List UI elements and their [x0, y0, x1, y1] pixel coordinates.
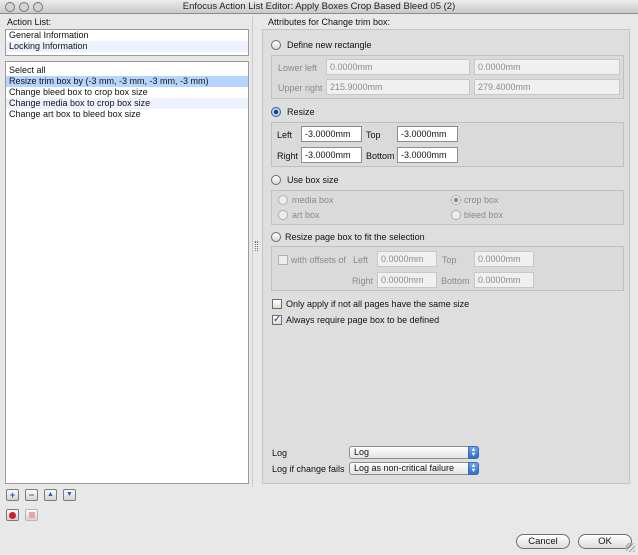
- record-icon: [9, 512, 16, 519]
- offset-bottom-field[interactable]: 0.0000mm: [474, 272, 534, 288]
- offset-right-label: Right: [352, 276, 374, 286]
- offset-top-field[interactable]: 0.0000mm: [474, 251, 534, 267]
- list-item-general-information[interactable]: General Information: [6, 30, 248, 41]
- cancel-button[interactable]: Cancel: [516, 534, 570, 549]
- resize-right-label: Right: [277, 151, 299, 161]
- lower-left-label: Lower left: [278, 63, 318, 73]
- resize-page-box-radio[interactable]: [271, 232, 281, 242]
- bleed-box-radio[interactable]: [451, 210, 461, 220]
- minimize-window-icon[interactable]: [19, 2, 29, 12]
- always-require-checkbox[interactable]: ✓: [272, 315, 282, 325]
- resize-top-label: Top: [366, 130, 381, 140]
- art-box-radio[interactable]: [278, 210, 288, 220]
- log-fail-select-value: Log as non-critical failure: [354, 463, 455, 473]
- resize-bottom-field[interactable]: -3.0000mm: [397, 147, 458, 163]
- checkmark-icon: ✓: [273, 314, 282, 325]
- action-list-label: Action List:: [7, 17, 52, 27]
- offset-top-label: Top: [442, 255, 457, 265]
- action-resize-trim-box[interactable]: Resize trim box by (-3 mm, -3 mm, -3 mm,…: [6, 76, 248, 87]
- define-rectangle-label: Define new rectangle: [287, 40, 372, 50]
- splitter-grip-icon[interactable]: [255, 241, 258, 251]
- splitter[interactable]: [252, 17, 253, 487]
- log-fail-label: Log if change fails: [272, 464, 345, 474]
- list-item-locking-information[interactable]: Locking Information: [6, 41, 248, 52]
- offset-left-field[interactable]: 0.0000mm: [377, 251, 437, 267]
- move-down-button[interactable]: ▼: [63, 489, 76, 501]
- record-button[interactable]: [6, 509, 19, 521]
- resize-grip-icon[interactable]: [626, 543, 635, 552]
- close-window-icon[interactable]: [5, 2, 15, 12]
- resize-page-box-label: Resize page box to fit the selection: [285, 232, 425, 242]
- lower-left-x-field[interactable]: 0.0000mm: [326, 59, 470, 75]
- offset-right-field[interactable]: 0.0000mm: [377, 272, 437, 288]
- move-up-button[interactable]: ▲: [44, 489, 57, 501]
- select-arrows-icon: ▲ ▼: [468, 462, 479, 475]
- offset-left-label: Left: [353, 255, 369, 265]
- offset-bottom-label: Bottom: [441, 276, 470, 286]
- with-offsets-label: with offsets of: [291, 255, 346, 265]
- remove-action-button[interactable]: −: [25, 489, 38, 501]
- always-require-label: Always require page box to be defined: [286, 315, 440, 325]
- resize-left-label: Left: [277, 130, 293, 140]
- action-change-art-box[interactable]: Change art box to bleed box size: [6, 109, 248, 120]
- add-action-button[interactable]: +: [6, 489, 19, 501]
- bleed-box-label: bleed box: [464, 210, 504, 220]
- action-change-media-box[interactable]: Change media box to crop box size: [6, 98, 248, 109]
- only-apply-label: Only apply if not all pages have the sam…: [286, 299, 470, 309]
- use-box-size-radio[interactable]: [271, 175, 281, 185]
- log-fail-select[interactable]: Log as non-critical failure ▲ ▼: [349, 462, 479, 475]
- crop-box-radio[interactable]: [451, 195, 461, 205]
- zoom-window-icon[interactable]: [33, 2, 43, 12]
- ok-button[interactable]: OK: [578, 534, 632, 549]
- only-apply-checkbox[interactable]: [272, 299, 282, 309]
- action-change-bleed-box[interactable]: Change bleed box to crop box size: [6, 87, 248, 98]
- upper-right-y-field[interactable]: 279.4000mm: [474, 79, 620, 95]
- attributes-heading: Attributes for Change trim box:: [268, 17, 391, 27]
- resize-label: Resize: [287, 107, 315, 117]
- log-label: Log: [272, 448, 288, 458]
- log-select[interactable]: Log ▲ ▼: [349, 446, 479, 459]
- log-select-value: Log: [354, 447, 370, 457]
- upper-right-label: Upper right: [278, 83, 323, 93]
- select-arrows-icon: ▲ ▼: [468, 446, 479, 459]
- art-box-label: art box: [292, 210, 320, 220]
- resize-right-field[interactable]: -3.0000mm: [301, 147, 362, 163]
- define-rectangle-radio[interactable]: [271, 40, 281, 50]
- resize-radio[interactable]: [271, 107, 281, 117]
- lower-left-y-field[interactable]: 0.0000mm: [474, 59, 620, 75]
- media-box-radio[interactable]: [278, 195, 288, 205]
- info-list: General Information Locking Information: [5, 29, 249, 56]
- stop-icon: [28, 512, 35, 518]
- window-titlebar: Enfocus Action List Editor: Apply Boxes …: [0, 0, 638, 14]
- use-box-size-label: Use box size: [287, 175, 339, 185]
- action-select-all[interactable]: Select all: [6, 65, 248, 76]
- resize-left-field[interactable]: -3.0000mm: [301, 126, 362, 142]
- crop-box-label: crop box: [464, 195, 499, 205]
- upper-right-x-field[interactable]: 215.9000mm: [326, 79, 470, 95]
- media-box-label: media box: [292, 195, 334, 205]
- window-title: Enfocus Action List Editor: Apply Boxes …: [182, 1, 456, 12]
- stop-button: [25, 509, 38, 521]
- action-list[interactable]: Select all Resize trim box by (-3 mm, -3…: [5, 61, 249, 484]
- with-offsets-checkbox[interactable]: [278, 255, 288, 265]
- resize-bottom-label: Bottom: [366, 151, 395, 161]
- resize-top-field[interactable]: -3.0000mm: [397, 126, 458, 142]
